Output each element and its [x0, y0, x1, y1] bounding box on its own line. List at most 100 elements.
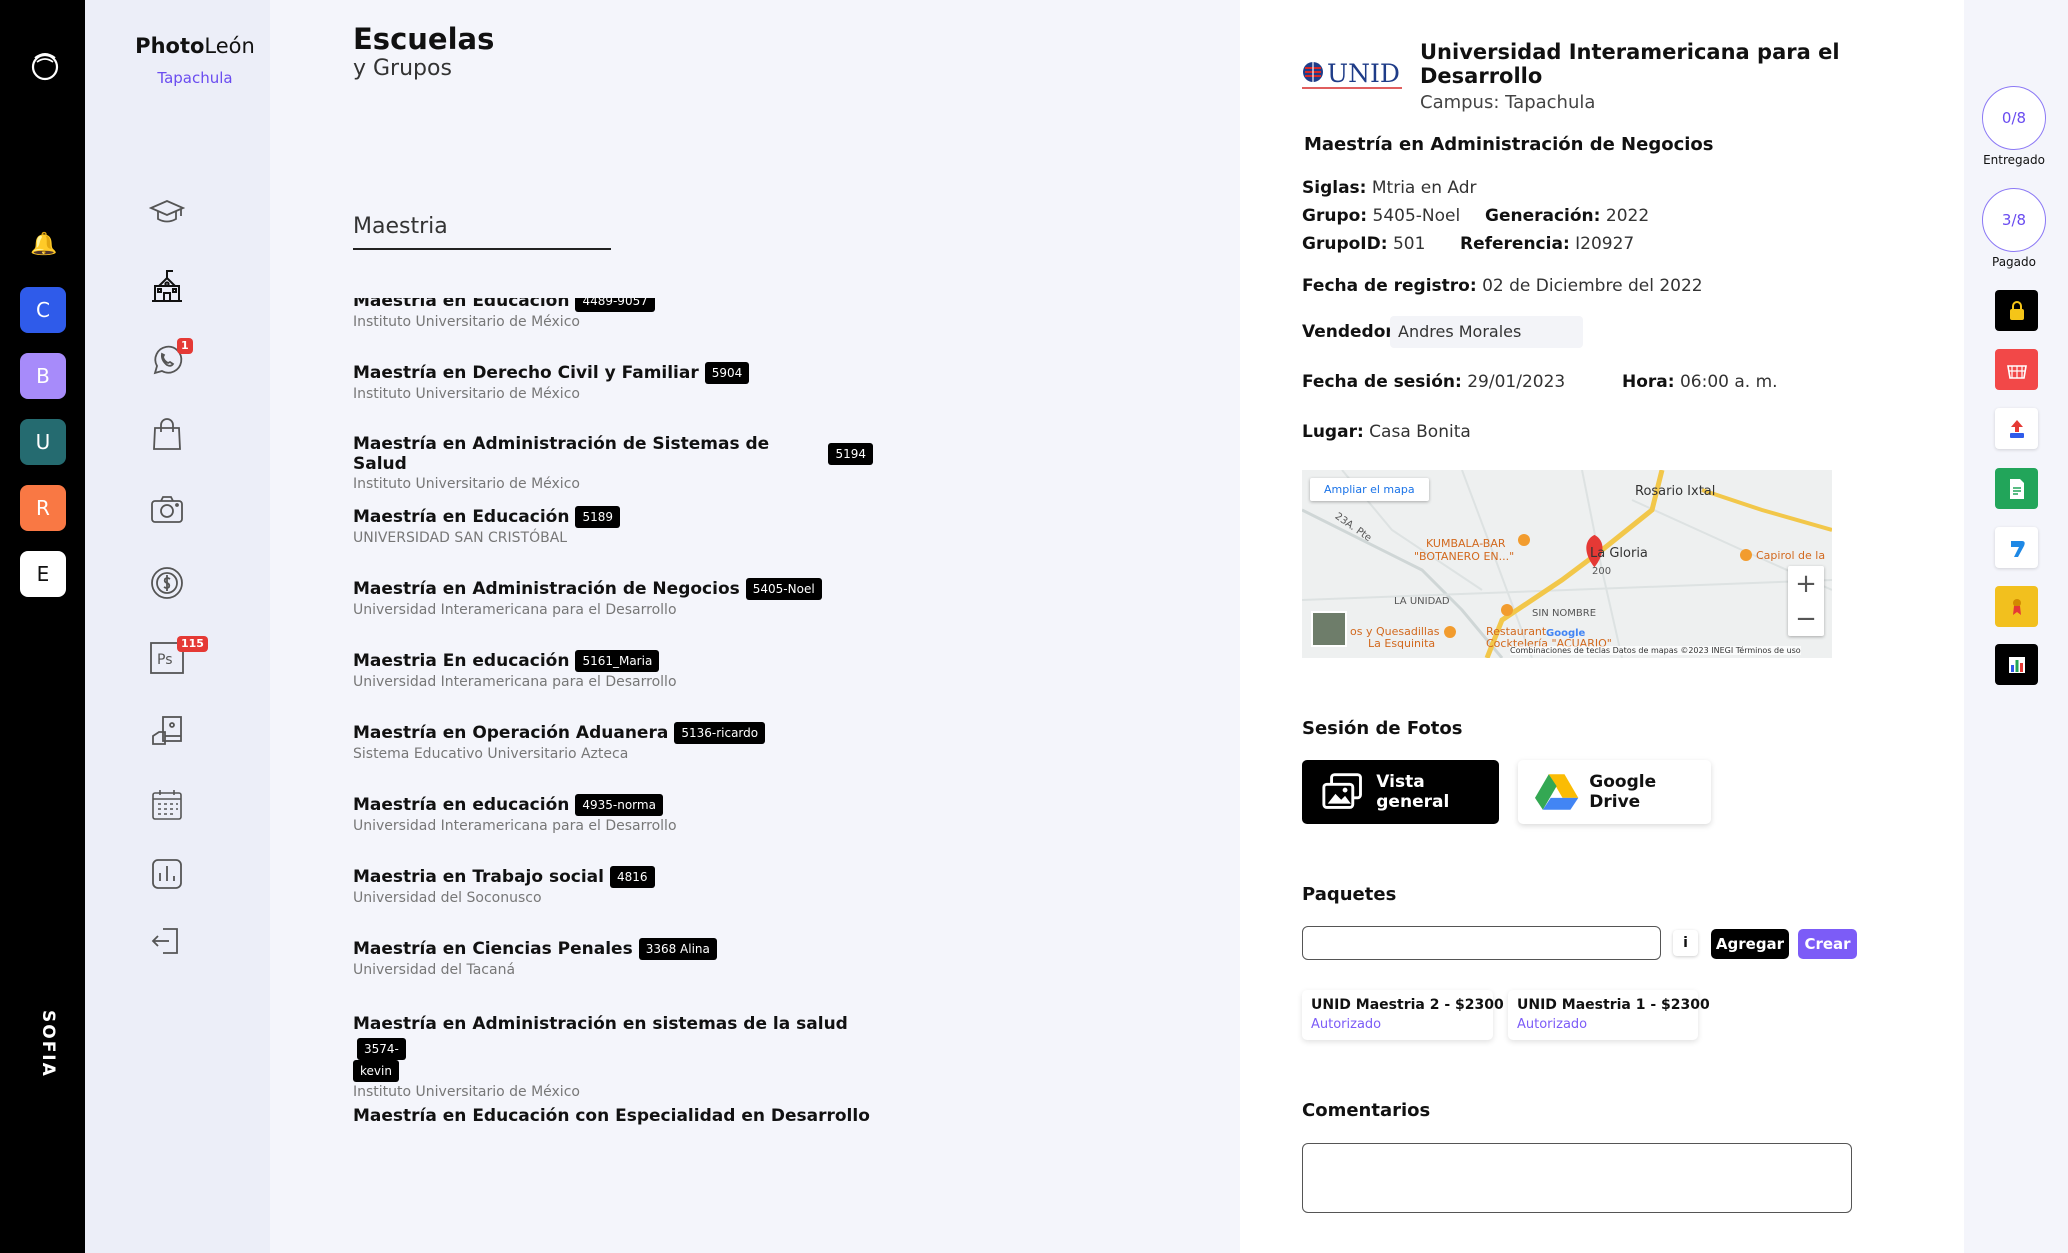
map-label-esquinita: La Esquinita: [1368, 637, 1436, 650]
group-row: Maestría en Administración de Sistemas d…: [353, 434, 873, 474]
referencia-label: Referencia:: [1460, 234, 1570, 254]
workspace-b[interactable]: B: [20, 353, 66, 399]
grupo-value: 5405-Noel: [1372, 206, 1461, 226]
map-label-rosario: Rosario Ixtal: [1635, 484, 1716, 499]
group-item[interactable]: Maestría en Operación Aduanera 5136-ricar…: [353, 712, 873, 784]
app-logo[interactable]: [28, 48, 62, 82]
main-nav: PhotoLeón Tapachula 1 Ps 115: [85, 0, 270, 1253]
group-row: Maestría en Educación 5189: [353, 506, 873, 528]
vendedor-select[interactable]: Andres Morales: [1390, 316, 1583, 348]
group-tag: 4935-norma: [575, 794, 663, 816]
group-item[interactable]: Maestría en Educación 5189 UNIVERSIDAD SAN…: [353, 496, 873, 568]
group-school: Universidad Interamericana para el Desar…: [353, 674, 677, 690]
hora-value: 06:00 a. m.: [1679, 372, 1778, 392]
google-drive-button[interactable]: Google Drive: [1518, 760, 1711, 824]
package-card[interactable]: UNID Maestria 1 - $2300 Autorizado: [1508, 990, 1710, 1040]
group-row: Maestría en Ciencias Penales 3368 Alina: [353, 938, 873, 960]
workspace-u[interactable]: U: [20, 419, 66, 465]
lock-tool-icon[interactable]: [1995, 290, 2038, 331]
group-school: Universidad Interamericana para el Desar…: [353, 818, 677, 834]
brand-name: PhotoLeón: [125, 34, 265, 58]
whatsapp-badge: 1: [177, 338, 193, 354]
group-item[interactable]: Maestría en educación 4935-norma Universid…: [353, 784, 873, 856]
registro-label: Fecha de registro:: [1302, 276, 1477, 296]
groups-panel: Escuelas y Grupos Maestría en Educación 4…: [270, 0, 1240, 1253]
google-drive-label: Google Drive: [1589, 772, 1657, 812]
group-title: Maestría en Educación: [353, 298, 570, 311]
siglas-label: Siglas:: [1302, 178, 1367, 198]
document-tool-icon[interactable]: [1995, 468, 2038, 509]
overview-button[interactable]: Vista general: [1302, 760, 1499, 824]
nav-shopping-bag-icon[interactable]: [147, 414, 187, 454]
group-item[interactable]: Maestría en Administración de Sistemas d…: [353, 424, 873, 496]
upload-tool-icon[interactable]: [1995, 408, 2038, 449]
workspace-r[interactable]: R: [20, 485, 66, 531]
workspace-rail: 🔔 C B U R E SOFIA: [0, 0, 85, 1253]
package-card[interactable]: UNID Maestria 2 - $2300 Autorizado: [1302, 990, 1504, 1040]
group-tag: 4489-9057: [575, 298, 655, 312]
nav-photo-print-icon[interactable]: [147, 712, 187, 752]
create-package-button[interactable]: Crear: [1798, 929, 1857, 959]
location-map[interactable]: Ampliar el mapa Rosario Ixtal La Gloria …: [1302, 470, 1832, 658]
group-title: Maestría en Educación con Especialidad e…: [353, 1106, 870, 1128]
map-zoom-in-icon[interactable]: +: [1788, 566, 1824, 601]
group-item[interactable]: Maestría en Administración en sistemas d…: [353, 1000, 873, 1100]
group-item[interactable]: Maestría en Derecho Civil y Familiar 5904…: [353, 352, 873, 424]
workspace-c[interactable]: C: [20, 287, 66, 333]
nav-payments-icon[interactable]: [147, 563, 187, 603]
paid-label: Pagado: [1992, 255, 2036, 269]
group-item[interactable]: Maestría en Administración de Negocios 54…: [353, 568, 873, 640]
nav-calendar-icon[interactable]: [147, 785, 187, 825]
certificate-tool-icon[interactable]: [1995, 586, 2038, 627]
program-name: Maestría en Administración de Negocios: [1304, 134, 1714, 155]
hora-field: Hora: 06:00 a. m.: [1622, 372, 1778, 392]
map-zoom-out-icon[interactable]: −: [1788, 601, 1824, 636]
basket-tool-icon[interactable]: [1995, 349, 2038, 390]
group-item[interactable]: Maestría en Ciencias Penales 3368 Alina Un…: [353, 928, 873, 1000]
university-logo-text: UNID: [1327, 59, 1400, 88]
map-footer: Combinaciones de teclas Datos de mapas ©…: [1510, 646, 1801, 655]
group-row: Maestria En educación 5161_Maria: [353, 650, 873, 672]
group-tag: 3574-: [357, 1038, 406, 1060]
group-row: Maestria en Trabajo social 4816: [353, 866, 873, 888]
sofia-label: SOFIA: [38, 1010, 58, 1078]
group-row: Maestría en Derecho Civil y Familiar 5904: [353, 362, 873, 384]
generacion-value: 2022: [1605, 206, 1650, 226]
group-tag-wrap: kevin: [353, 1060, 399, 1082]
map-label-route: 200: [1592, 566, 1612, 577]
map-label-kumbala: KUMBALA-BAR: [1426, 537, 1506, 550]
group-tag: 5136-ricardo: [674, 722, 766, 744]
group-tag: 5161_Maria: [575, 650, 660, 672]
nav-logout-icon[interactable]: [147, 921, 187, 961]
nav-camera-icon[interactable]: [147, 489, 187, 529]
group-item[interactable]: Maestría en Educación con Especialidad e…: [353, 1096, 873, 1128]
package-input[interactable]: [1302, 926, 1661, 960]
notifications-bell-icon[interactable]: 🔔: [30, 232, 57, 257]
nav-whatsapp-icon[interactable]: 1: [147, 338, 193, 380]
group-item[interactable]: Maestria en Trabajo social 4816 Universida…: [353, 856, 873, 928]
comments-title: Comentarios: [1302, 1100, 1431, 1121]
transfer-tool-icon[interactable]: [1995, 527, 2038, 568]
nav-photoshop-icon[interactable]: Ps 115: [147, 636, 208, 678]
nav-reports-icon[interactable]: [147, 854, 187, 894]
lugar-label: Lugar:: [1302, 422, 1364, 442]
map-expand-link[interactable]: Ampliar el mapa: [1310, 478, 1429, 501]
comments-textarea[interactable]: [1302, 1143, 1852, 1213]
workspace-e[interactable]: E: [20, 551, 66, 597]
group-school: Instituto Universitario de México: [353, 314, 580, 330]
nav-school-icon[interactable]: [147, 266, 187, 306]
stats-tool-icon[interactable]: [1995, 644, 2038, 685]
group-item[interactable]: Maestria En educación 5161_Maria Universid…: [353, 640, 873, 712]
package-info-button[interactable]: i: [1673, 930, 1698, 956]
add-package-button[interactable]: Agregar: [1711, 929, 1789, 959]
registro-field: Fecha de registro: 02 de Diciembre del 2…: [1302, 276, 1703, 296]
group-item[interactable]: Maestría en Educación 4489-9057 Instituto …: [353, 298, 873, 352]
hora-label: Hora:: [1622, 372, 1675, 392]
grupo-field: Grupo: 5405-Noel: [1302, 206, 1460, 226]
map-label-gloria: La Gloria: [1590, 546, 1648, 561]
map-zoom-control: + −: [1788, 566, 1824, 636]
group-search-input[interactable]: [353, 204, 611, 250]
group-school: Sistema Educativo Universitario Azteca: [353, 746, 629, 762]
nav-graduation-cap-icon[interactable]: [147, 192, 187, 232]
map-google-logo: Google: [1546, 628, 1586, 639]
